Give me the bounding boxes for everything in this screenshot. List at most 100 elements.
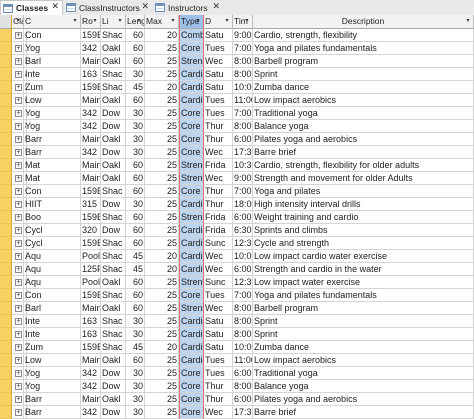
cell-time[interactable]: 8:00 <box>233 68 253 81</box>
cell-d[interactable]: Sunc <box>204 276 233 289</box>
cell-length[interactable]: 45 <box>126 263 145 276</box>
cell-type[interactable]: Cardio <box>179 315 204 328</box>
cell-max[interactable]: 25 <box>145 211 179 224</box>
cell-time[interactable]: 12:30 <box>233 276 253 289</box>
column-header-c[interactable]: C ▾ <box>24 15 81 29</box>
dropdown-arrow-icon[interactable]: ▾ <box>464 16 472 27</box>
cell-description[interactable]: High intensity interval drills <box>253 198 474 211</box>
cell-description[interactable]: Barbell program <box>253 55 474 68</box>
cell-time[interactable]: 9:00 <box>233 172 253 185</box>
cell-d[interactable]: Thur <box>204 120 233 133</box>
cell-time[interactable]: 6:00 <box>233 211 253 224</box>
cell-description[interactable]: Cardio, strength, flexibility for older … <box>253 159 474 172</box>
cell-ro[interactable]: Main <box>81 55 101 68</box>
cell-time[interactable]: 17:30 <box>233 406 253 419</box>
cell-length[interactable]: 60 <box>126 172 145 185</box>
close-icon[interactable]: ✕ <box>51 1 59 12</box>
plus-expand-icon[interactable]: + <box>15 240 22 247</box>
row-selector[interactable] <box>0 133 12 146</box>
row-selector[interactable] <box>0 354 12 367</box>
cell-time[interactable]: 10:30 <box>233 159 253 172</box>
cell-description[interactable]: Strength and movement for older Adults <box>253 172 474 185</box>
row-selector[interactable] <box>0 29 12 42</box>
cell-length[interactable]: 45 <box>126 250 145 263</box>
cell-length[interactable]: 45 <box>126 341 145 354</box>
column-header-classid[interactable]: ClassID▾ <box>12 15 24 29</box>
cell-type[interactable]: Strengt <box>179 276 204 289</box>
cell-c[interactable]: Inte <box>24 328 81 341</box>
cell-time[interactable]: 7:00 <box>233 42 253 55</box>
cell-max[interactable]: 25 <box>145 42 179 55</box>
row-selector[interactable] <box>0 380 12 393</box>
row-selector[interactable] <box>0 250 12 263</box>
cell-length[interactable]: 30 <box>126 133 145 146</box>
cell-max[interactable]: 25 <box>145 94 179 107</box>
cell-length[interactable]: 60 <box>126 354 145 367</box>
cell-ro[interactable]: 342 <box>81 107 101 120</box>
cell-c[interactable]: Inte <box>24 315 81 328</box>
cell-max[interactable]: 20 <box>145 263 179 276</box>
cell-length[interactable]: 45 <box>126 81 145 94</box>
plus-expand-icon[interactable]: + <box>15 370 22 377</box>
cell-description[interactable]: Weight training and cardio <box>253 211 474 224</box>
plus-expand-icon[interactable]: + <box>15 409 22 416</box>
cell-type[interactable]: Core <box>179 367 204 380</box>
row-selector[interactable] <box>0 289 12 302</box>
cell-c[interactable]: Aqu <box>24 263 81 276</box>
cell-length[interactable]: 60 <box>126 159 145 172</box>
cell-max[interactable]: 25 <box>145 354 179 367</box>
cell-ro[interactable]: 159B <box>81 289 101 302</box>
cell-ro[interactable]: 342 <box>81 367 101 380</box>
cell-li[interactable]: Shac <box>101 250 126 263</box>
column-header-length[interactable]: Lengt▾ <box>126 15 145 29</box>
cell-description[interactable]: Sprint <box>253 315 474 328</box>
dropdown-arrow-icon[interactable]: ▾ <box>135 16 143 27</box>
cell-max[interactable]: 25 <box>145 55 179 68</box>
row-selector[interactable] <box>0 159 12 172</box>
cell-c[interactable]: Barl <box>24 55 81 68</box>
plus-expand-icon[interactable]: + <box>15 357 22 364</box>
dropdown-arrow-icon[interactable]: ▾ <box>91 16 99 27</box>
dropdown-arrow-icon[interactable]: ▾ <box>14 16 22 27</box>
column-header-max[interactable]: Max ▾ <box>145 15 179 29</box>
cell-description[interactable]: Cardio, strength, flexibility <box>253 29 474 42</box>
row-selector[interactable] <box>0 276 12 289</box>
cell-time[interactable]: 8:00 <box>233 120 253 133</box>
row-selector[interactable] <box>0 224 12 237</box>
cell-type[interactable]: Cardio <box>179 341 204 354</box>
row-selector[interactable] <box>0 146 12 159</box>
plus-expand-icon[interactable]: + <box>15 227 22 234</box>
cell-time[interactable]: 10:00 <box>233 250 253 263</box>
cell-ro[interactable]: Main <box>81 354 101 367</box>
cell-description[interactable]: Strength and cardio in the water <box>253 263 474 276</box>
cell-c[interactable]: Barr <box>24 133 81 146</box>
cell-max[interactable]: 25 <box>145 133 179 146</box>
cell-d[interactable]: Wec <box>204 172 233 185</box>
cell-ro[interactable]: 159B <box>81 29 101 42</box>
cell-li[interactable]: Shac <box>101 289 126 302</box>
cell-description[interactable]: Traditional yoga <box>253 107 474 120</box>
cell-max[interactable]: 20 <box>145 341 179 354</box>
cell-ro[interactable]: 342 <box>81 42 101 55</box>
cell-c[interactable]: Yog <box>24 107 81 120</box>
cell-li[interactable]: Oakl <box>101 302 126 315</box>
plus-expand-icon[interactable]: + <box>15 188 22 195</box>
row-selector[interactable] <box>0 94 12 107</box>
cell-d[interactable]: Tues <box>204 289 233 302</box>
cell-li[interactable]: Dow <box>101 120 126 133</box>
tab-classes[interactable]: Classes ✕ <box>0 0 63 15</box>
cell-li[interactable]: Oakl <box>101 133 126 146</box>
cell-li[interactable]: Dow <box>101 380 126 393</box>
cell-li[interactable]: Oakl <box>101 94 126 107</box>
cell-c[interactable]: Barl <box>24 302 81 315</box>
cell-type[interactable]: Strengt <box>179 55 204 68</box>
cell-li[interactable]: Dow <box>101 107 126 120</box>
dropdown-arrow-icon[interactable]: ▾ <box>223 16 231 27</box>
cell-type[interactable]: Core <box>179 133 204 146</box>
row-selector[interactable] <box>0 211 12 224</box>
cell-type[interactable]: Cardio <box>179 354 204 367</box>
plus-expand-icon[interactable]: + <box>15 396 22 403</box>
cell-time[interactable]: 18:00 <box>233 198 253 211</box>
cell-description[interactable]: Zumba dance <box>253 81 474 94</box>
cell-c[interactable]: Con <box>24 289 81 302</box>
